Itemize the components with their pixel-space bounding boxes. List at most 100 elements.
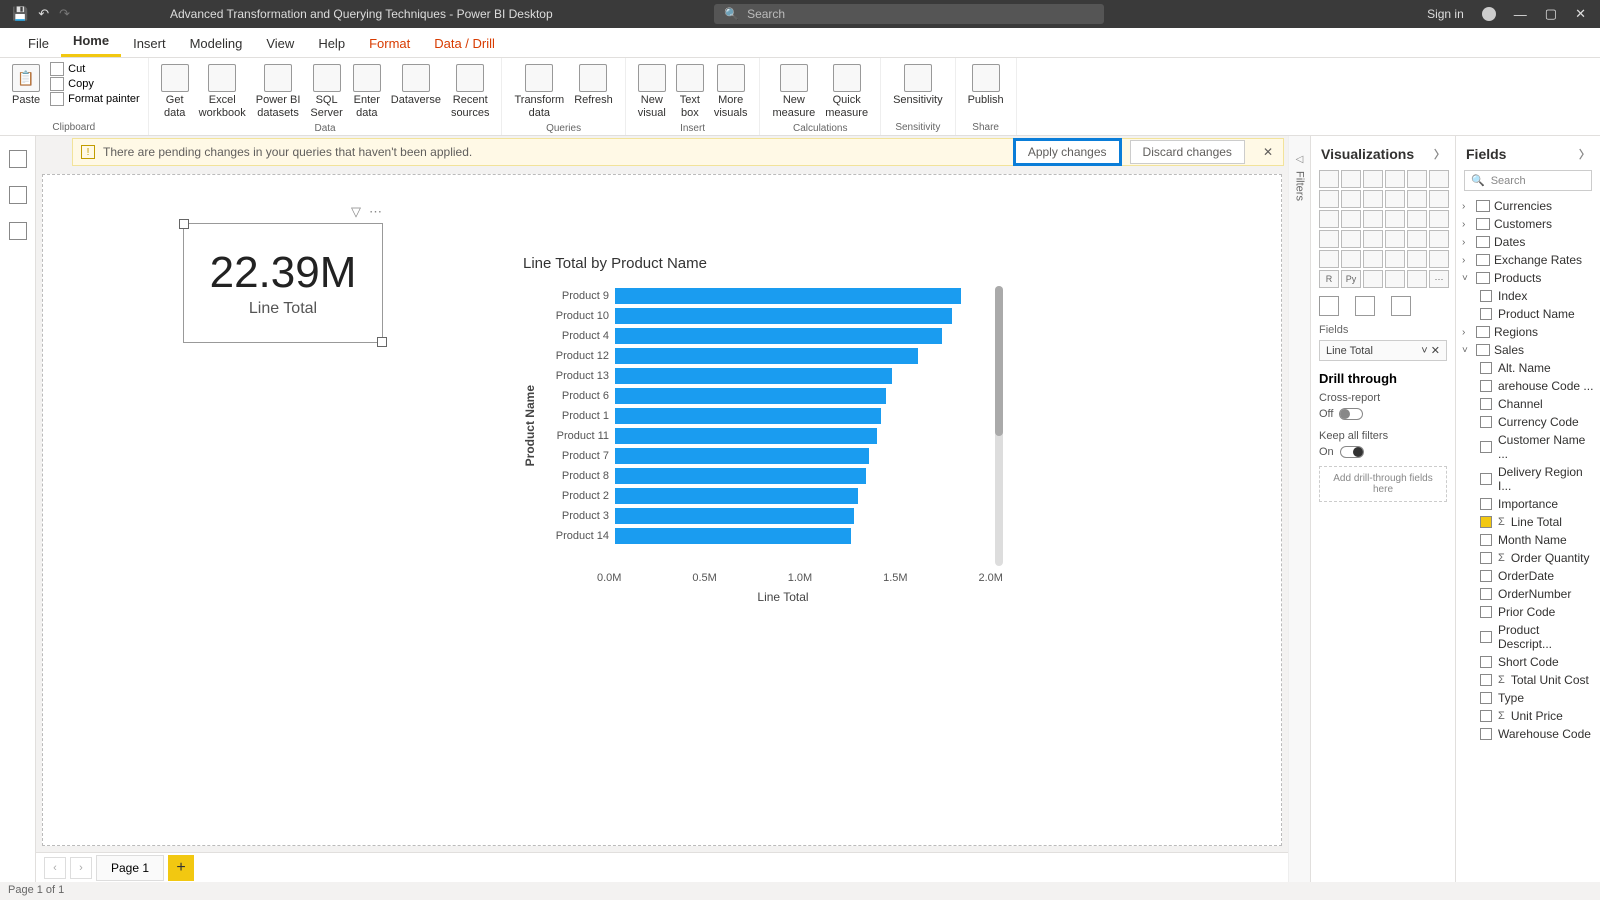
tab-file[interactable]: File xyxy=(16,30,61,57)
tab-modeling[interactable]: Modeling xyxy=(178,30,255,57)
tab-data-drill[interactable]: Data / Drill xyxy=(422,30,507,57)
format-tab-icon[interactable] xyxy=(1355,296,1375,316)
more-icon[interactable]: ⋯ xyxy=(369,204,382,220)
ribbon-text[interactable]: Textbox xyxy=(672,62,708,121)
viz-type-6[interactable] xyxy=(1319,190,1339,208)
collapse-fields-icon[interactable]: 〉 xyxy=(1579,146,1590,162)
field-alt-name[interactable]: Alt. Name xyxy=(1480,359,1594,377)
viz-type-22[interactable] xyxy=(1407,230,1427,248)
model-view-icon[interactable] xyxy=(9,222,27,240)
field-ordernumber[interactable]: OrderNumber xyxy=(1480,585,1594,603)
viz-type-26[interactable] xyxy=(1363,250,1383,268)
report-canvas[interactable]: ▽⋯ 22.39M Line Total Line Total by Produ… xyxy=(42,174,1282,846)
tab-help[interactable]: Help xyxy=(306,30,357,57)
analytics-tab-icon[interactable] xyxy=(1391,296,1411,316)
data-view-icon[interactable] xyxy=(9,186,27,204)
cross-report-toggle[interactable] xyxy=(1339,408,1363,420)
viz-type-4[interactable] xyxy=(1407,170,1427,188)
field-well[interactable]: Line Total˅ ✕ xyxy=(1319,340,1447,361)
viz-type-28[interactable] xyxy=(1407,250,1427,268)
viz-type-15[interactable] xyxy=(1385,210,1405,228)
table-customers[interactable]: ›Customers xyxy=(1462,215,1594,233)
ribbon-recent[interactable]: Recentsources xyxy=(447,62,494,121)
save-icon[interactable]: 💾 xyxy=(12,6,28,22)
tab-insert[interactable]: Insert xyxy=(121,30,178,57)
copy-button[interactable]: Copy xyxy=(50,77,140,91)
ribbon-sql[interactable]: SQLServer xyxy=(306,62,346,121)
card-visual[interactable]: ▽⋯ 22.39M Line Total xyxy=(183,223,383,343)
ribbon-power-bi[interactable]: Power BIdatasets xyxy=(252,62,305,121)
paste-button[interactable]: 📋Paste xyxy=(8,62,44,109)
apply-changes-button[interactable]: Apply changes xyxy=(1013,138,1122,166)
page-next-button[interactable]: › xyxy=(70,857,92,879)
format-painter-button[interactable]: Format painter xyxy=(50,92,140,106)
ribbon-refresh[interactable]: Refresh xyxy=(570,62,617,109)
viz-type-17[interactable] xyxy=(1429,210,1449,228)
viz-type-9[interactable] xyxy=(1385,190,1405,208)
field-short-code[interactable]: Short Code xyxy=(1480,653,1594,671)
field-customer-name-[interactable]: Customer Name ... xyxy=(1480,431,1594,463)
viz-type-13[interactable] xyxy=(1341,210,1361,228)
close-icon[interactable]: ✕ xyxy=(1575,6,1586,22)
ribbon-transform[interactable]: Transformdata xyxy=(510,62,568,121)
viz-type-34[interactable] xyxy=(1407,270,1427,288)
viz-type-29[interactable] xyxy=(1429,250,1449,268)
table-currencies[interactable]: ›Currencies xyxy=(1462,197,1594,215)
field-month-name[interactable]: Month Name xyxy=(1480,531,1594,549)
field-product-descript-[interactable]: Product Descript... xyxy=(1480,621,1594,653)
viz-type-11[interactable] xyxy=(1429,190,1449,208)
viz-type-31[interactable]: Py xyxy=(1341,270,1361,288)
minimize-icon[interactable]: — xyxy=(1514,7,1527,22)
add-page-button[interactable]: + xyxy=(168,855,194,881)
keep-filters-toggle[interactable] xyxy=(1340,446,1364,458)
field-unit-price[interactable]: ΣUnit Price xyxy=(1480,707,1594,725)
viz-type-16[interactable] xyxy=(1407,210,1427,228)
ribbon-new[interactable]: Newvisual xyxy=(634,62,670,121)
filter-icon[interactable]: ▽ xyxy=(351,204,361,220)
tab-view[interactable]: View xyxy=(254,30,306,57)
table-sales[interactable]: ˅Sales xyxy=(1462,341,1594,359)
field-arehouse-code-[interactable]: arehouse Code ... xyxy=(1480,377,1594,395)
field-order-quantity[interactable]: ΣOrder Quantity xyxy=(1480,549,1594,567)
global-search[interactable]: 🔍 Search xyxy=(714,4,1104,24)
field-prior-code[interactable]: Prior Code xyxy=(1480,603,1594,621)
viz-type-8[interactable] xyxy=(1363,190,1383,208)
ribbon-dataverse[interactable]: Dataverse xyxy=(387,62,445,109)
viz-type-18[interactable] xyxy=(1319,230,1339,248)
ribbon-quick[interactable]: Quickmeasure xyxy=(821,62,872,121)
viz-type-0[interactable] xyxy=(1319,170,1339,188)
ribbon-enter[interactable]: Enterdata xyxy=(349,62,385,121)
ribbon-new[interactable]: Newmeasure xyxy=(768,62,819,121)
viz-type-24[interactable] xyxy=(1319,250,1339,268)
tab-format[interactable]: Format xyxy=(357,30,422,57)
viz-type-12[interactable] xyxy=(1319,210,1339,228)
field-line-total[interactable]: ΣLine Total xyxy=(1480,513,1594,531)
fields-tab-icon[interactable] xyxy=(1319,296,1339,316)
field-currency-code[interactable]: Currency Code xyxy=(1480,413,1594,431)
viz-type-14[interactable] xyxy=(1363,210,1383,228)
table-dates[interactable]: ›Dates xyxy=(1462,233,1594,251)
viz-type-10[interactable] xyxy=(1407,190,1427,208)
infobar-close-icon[interactable]: ✕ xyxy=(1253,145,1283,159)
tab-home[interactable]: Home xyxy=(61,27,121,57)
viz-type-3[interactable] xyxy=(1385,170,1405,188)
field-total-unit-cost[interactable]: ΣTotal Unit Cost xyxy=(1480,671,1594,689)
drill-drop-zone[interactable]: Add drill-through fields here xyxy=(1319,466,1447,502)
viz-type-1[interactable] xyxy=(1341,170,1361,188)
field-delivery-region-i-[interactable]: Delivery Region I... xyxy=(1480,463,1594,495)
ribbon-publish[interactable]: Publish xyxy=(964,62,1008,109)
viz-type-2[interactable] xyxy=(1363,170,1383,188)
viz-type-35[interactable]: ⋯ xyxy=(1429,270,1449,288)
field-channel[interactable]: Channel xyxy=(1480,395,1594,413)
viz-type-27[interactable] xyxy=(1385,250,1405,268)
signin-link[interactable]: Sign in xyxy=(1427,7,1464,21)
collapse-viz-icon[interactable]: 〉 xyxy=(1434,146,1445,162)
viz-type-19[interactable] xyxy=(1341,230,1361,248)
avatar[interactable] xyxy=(1482,7,1496,21)
field-orderdate[interactable]: OrderDate xyxy=(1480,567,1594,585)
cut-button[interactable]: Cut xyxy=(50,62,140,76)
chart-scrollbar[interactable] xyxy=(995,286,1003,566)
viz-type-7[interactable] xyxy=(1341,190,1361,208)
ribbon-more[interactable]: Morevisuals xyxy=(710,62,752,121)
viz-type-21[interactable] xyxy=(1385,230,1405,248)
